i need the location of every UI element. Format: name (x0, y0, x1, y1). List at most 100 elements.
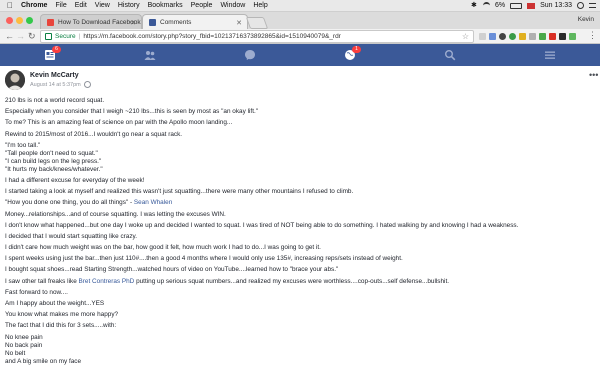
apple-icon[interactable]:  (6, 1, 14, 10)
chrome-menu-icon[interactable]: ⋮ (588, 30, 597, 40)
lock-icon (45, 33, 52, 40)
menu-file[interactable]: File (55, 2, 66, 9)
paragraph: I don't know what happened...but one day… (5, 221, 519, 229)
menu-edit[interactable]: Edit (75, 2, 87, 9)
extension-icon-10[interactable] (569, 33, 576, 40)
close-window-button[interactable] (6, 17, 13, 24)
flag-icon[interactable] (527, 2, 536, 9)
menu-view[interactable]: View (95, 2, 110, 9)
post-meta: August 14 at 5:37pm (30, 81, 91, 88)
post-timestamp[interactable]: August 14 at 5:37pm (30, 82, 81, 88)
tab-comments[interactable]: Comments ✕ (142, 14, 248, 30)
paragraph: Am I happy about the weight...YES (5, 300, 105, 307)
youtube-favicon-icon (47, 19, 54, 26)
post-body: 210 lbs is not a world record squat. Esp… (5, 97, 593, 369)
line: "It hurts my back/knees/whatever." (5, 165, 103, 173)
bluetooth-icon[interactable]: ✱ (471, 2, 478, 9)
avatar-image (5, 70, 25, 90)
paragraph: I spent weeks using just the bar...then … (5, 255, 403, 263)
tab-title: How To Download Facebook (58, 19, 141, 26)
author-name[interactable]: Kevin McCarty (30, 72, 79, 79)
extension-icon-5[interactable] (519, 33, 526, 40)
extension-icon-7[interactable] (539, 33, 546, 40)
hamburger-menu-icon[interactable] (544, 49, 556, 61)
mention-link-sean-whalen[interactable]: Sean Whalen (134, 199, 172, 206)
paragraph: The fact that I did this for 3 sets.....… (5, 322, 117, 330)
friend-requests-icon[interactable] (144, 49, 156, 61)
battery-percent: 6% (494, 2, 506, 9)
profile-name[interactable]: Kevin (578, 16, 594, 23)
quote-text: "How you done one thing, you do all thin… (5, 199, 134, 207)
feed-badge: 6 (52, 46, 61, 53)
menu-app-name[interactable]: Chrome (21, 2, 47, 9)
address-bar[interactable]: Secure | https://m.facebook.com/story.ph… (40, 30, 474, 43)
line: "Tall people don't need to squat." (5, 149, 98, 157)
line: No belt (5, 349, 26, 357)
text: putting up serious squat numbers...and r… (134, 277, 450, 285)
line: "I can build legs on the leg press." (5, 157, 102, 165)
paragraph: I had a different excuse for everyday of… (5, 176, 145, 184)
paragraph: 210 lbs is not a world record squat. (5, 97, 105, 104)
quote-paragraph: "How you done one thing, you do all thin… (5, 199, 593, 207)
post-options-icon[interactable]: ••• (589, 70, 598, 80)
tab-download-facebook[interactable]: How To Download Facebook ✕ (40, 14, 142, 30)
menubar-status: ✱ 6% Sun 13:33 (471, 0, 596, 11)
messenger-icon[interactable] (244, 49, 256, 61)
globe-privacy-icon (83, 81, 91, 88)
paragraph: You know what makes me more happy? (5, 311, 119, 319)
clock[interactable]: Sun 13:33 (540, 2, 572, 9)
extension-icon-1[interactable] (479, 33, 486, 40)
tab-close-icon[interactable]: ✕ (130, 19, 136, 27)
extension-icon-3[interactable] (499, 33, 506, 40)
tab-strip: How To Download Facebook ✕ Comments ✕ Ke… (0, 12, 600, 30)
line: "I'm too tall." (5, 141, 41, 149)
menu-bookmarks[interactable]: Bookmarks (148, 2, 183, 9)
paragraph: Money...relationships...and of course sq… (5, 210, 226, 218)
line: No knee pain (5, 333, 43, 341)
menu-window[interactable]: Window (220, 2, 245, 9)
url-text: https://m.facebook.com/story.php?story_f… (83, 33, 341, 40)
battery-icon[interactable] (510, 2, 523, 9)
no-pain-block: No knee pain No back pain No belt and A … (5, 334, 593, 366)
paragraph: Especially when you consider that I weig… (5, 108, 259, 116)
author-avatar[interactable] (5, 70, 25, 90)
notification-center-icon[interactable] (589, 3, 596, 8)
spotlight-search-icon[interactable] (577, 2, 584, 9)
line: and A big smile on my face (5, 357, 82, 365)
notifications-badge: 1 (352, 46, 361, 53)
tab-close-icon[interactable]: ✕ (236, 19, 242, 27)
search-icon[interactable] (444, 49, 456, 61)
bookmark-star-icon[interactable]: ☆ (462, 32, 469, 41)
paragraph: Fast forward to now.... (5, 288, 68, 296)
menu-help[interactable]: Help (253, 2, 267, 9)
mention-link-bret-contreras[interactable]: Bret Contreras PhD (79, 278, 135, 285)
reload-icon[interactable]: ↻ (28, 31, 36, 41)
back-arrow-icon[interactable]: ← (5, 31, 14, 41)
extension-icon-2[interactable] (489, 33, 496, 40)
paragraph: To me? This is an amazing feat of scienc… (5, 119, 233, 127)
menu-history[interactable]: History (118, 2, 140, 9)
mac-menubar:  Chrome File Edit View History Bookmark… (0, 0, 600, 12)
line: No back pain (5, 341, 43, 349)
paragraph: Rewind to 2015/most of 2016...I wouldn't… (5, 130, 183, 138)
extension-icon-6[interactable] (529, 33, 536, 40)
browser-toolbar: ← → ↻ Secure | https://m.facebook.com/st… (0, 29, 600, 44)
url-separator: | (78, 33, 81, 40)
paragraph: I bought squat shoes...read Starting Str… (5, 266, 339, 274)
paragraph: I decided that I would start squatting l… (5, 232, 138, 240)
minimize-window-button[interactable] (16, 17, 23, 24)
extension-icon-4[interactable] (509, 33, 516, 40)
maximize-window-button[interactable] (26, 17, 33, 24)
text: I saw other tall freaks like (5, 277, 79, 285)
facebook-nav-bar: 6 1 (0, 44, 600, 66)
wifi-icon[interactable] (482, 1, 490, 10)
extension-icon-9[interactable] (559, 33, 566, 40)
forward-arrow-icon[interactable]: → (16, 31, 25, 41)
facebook-favicon-icon (149, 19, 156, 26)
menu-people[interactable]: People (191, 2, 213, 9)
excuses-block: "I'm too tall." "Tall people don't need … (5, 142, 593, 174)
paragraph: I started taking a look at myself and re… (5, 188, 354, 196)
extension-icon-8[interactable] (549, 33, 556, 40)
tab-title: Comments (160, 19, 192, 26)
new-tab-button[interactable] (245, 17, 269, 29)
